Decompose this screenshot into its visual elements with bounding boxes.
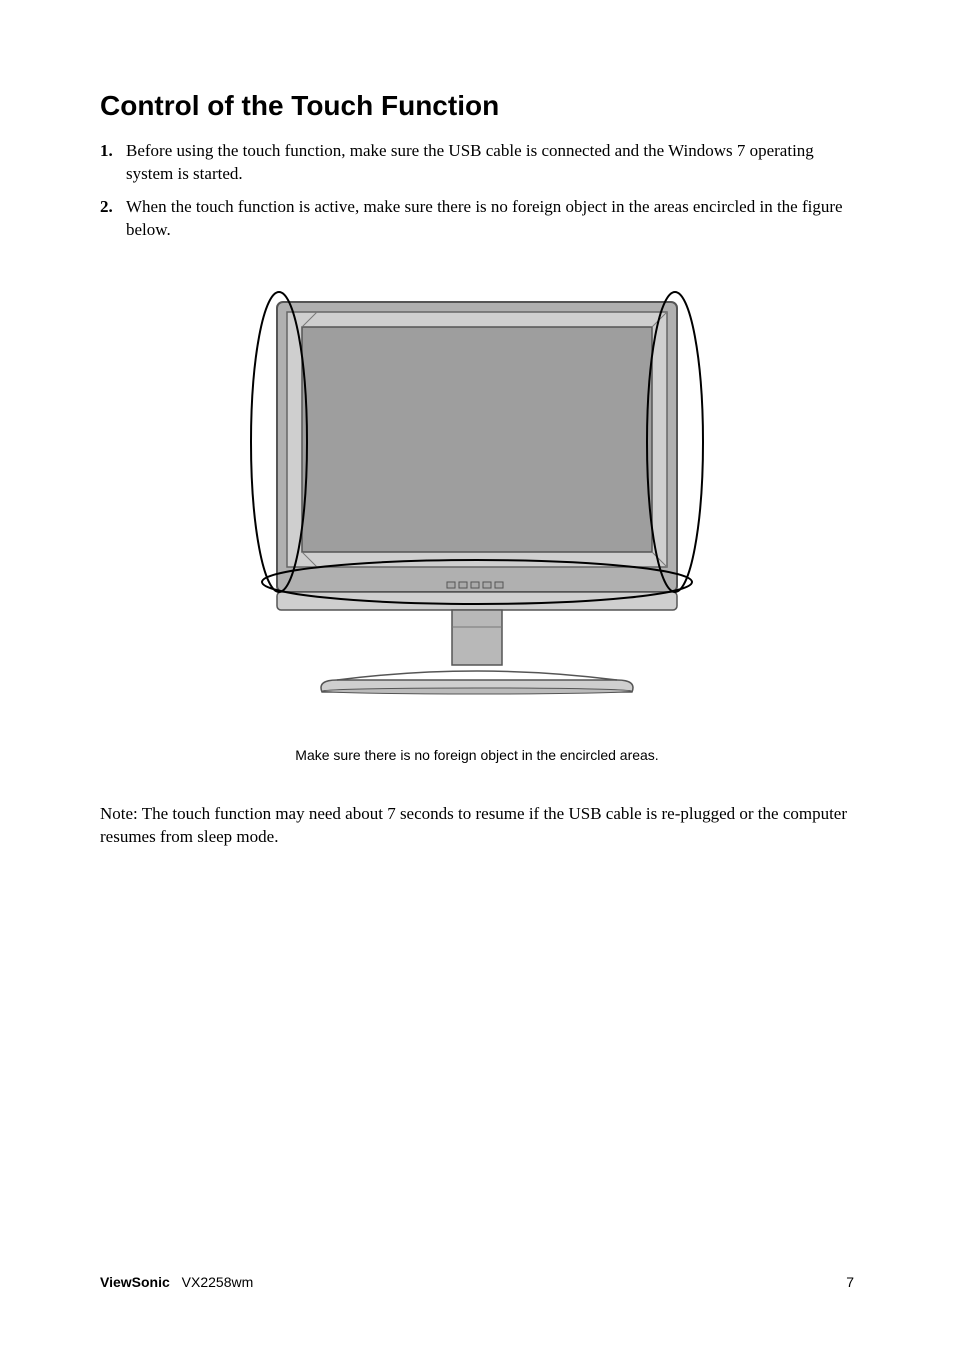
page-number: 7	[846, 1274, 854, 1290]
footer-brand: ViewSonic VX2258wm	[100, 1274, 253, 1290]
note-text: Note: The touch function may need about …	[100, 803, 854, 849]
step-number: 1.	[100, 140, 126, 186]
steps-list: 1. Before using the touch function, make…	[100, 140, 854, 242]
page-footer: ViewSonic VX2258wm 7	[100, 1274, 854, 1290]
footer-model: VX2258wm	[182, 1274, 254, 1290]
figure	[100, 282, 854, 727]
list-item: 1. Before using the touch function, make…	[100, 140, 854, 186]
step-text: When the touch function is active, make …	[126, 196, 854, 242]
page-title: Control of the Touch Function	[100, 90, 854, 122]
footer-brand-name: ViewSonic	[100, 1274, 170, 1290]
list-item: 2. When the touch function is active, ma…	[100, 196, 854, 242]
page: Control of the Touch Function 1. Before …	[0, 0, 954, 1350]
figure-caption: Make sure there is no foreign object in …	[100, 747, 854, 763]
monitor-illustration-icon	[217, 282, 737, 722]
step-text: Before using the touch function, make su…	[126, 140, 854, 186]
step-number: 2.	[100, 196, 126, 242]
